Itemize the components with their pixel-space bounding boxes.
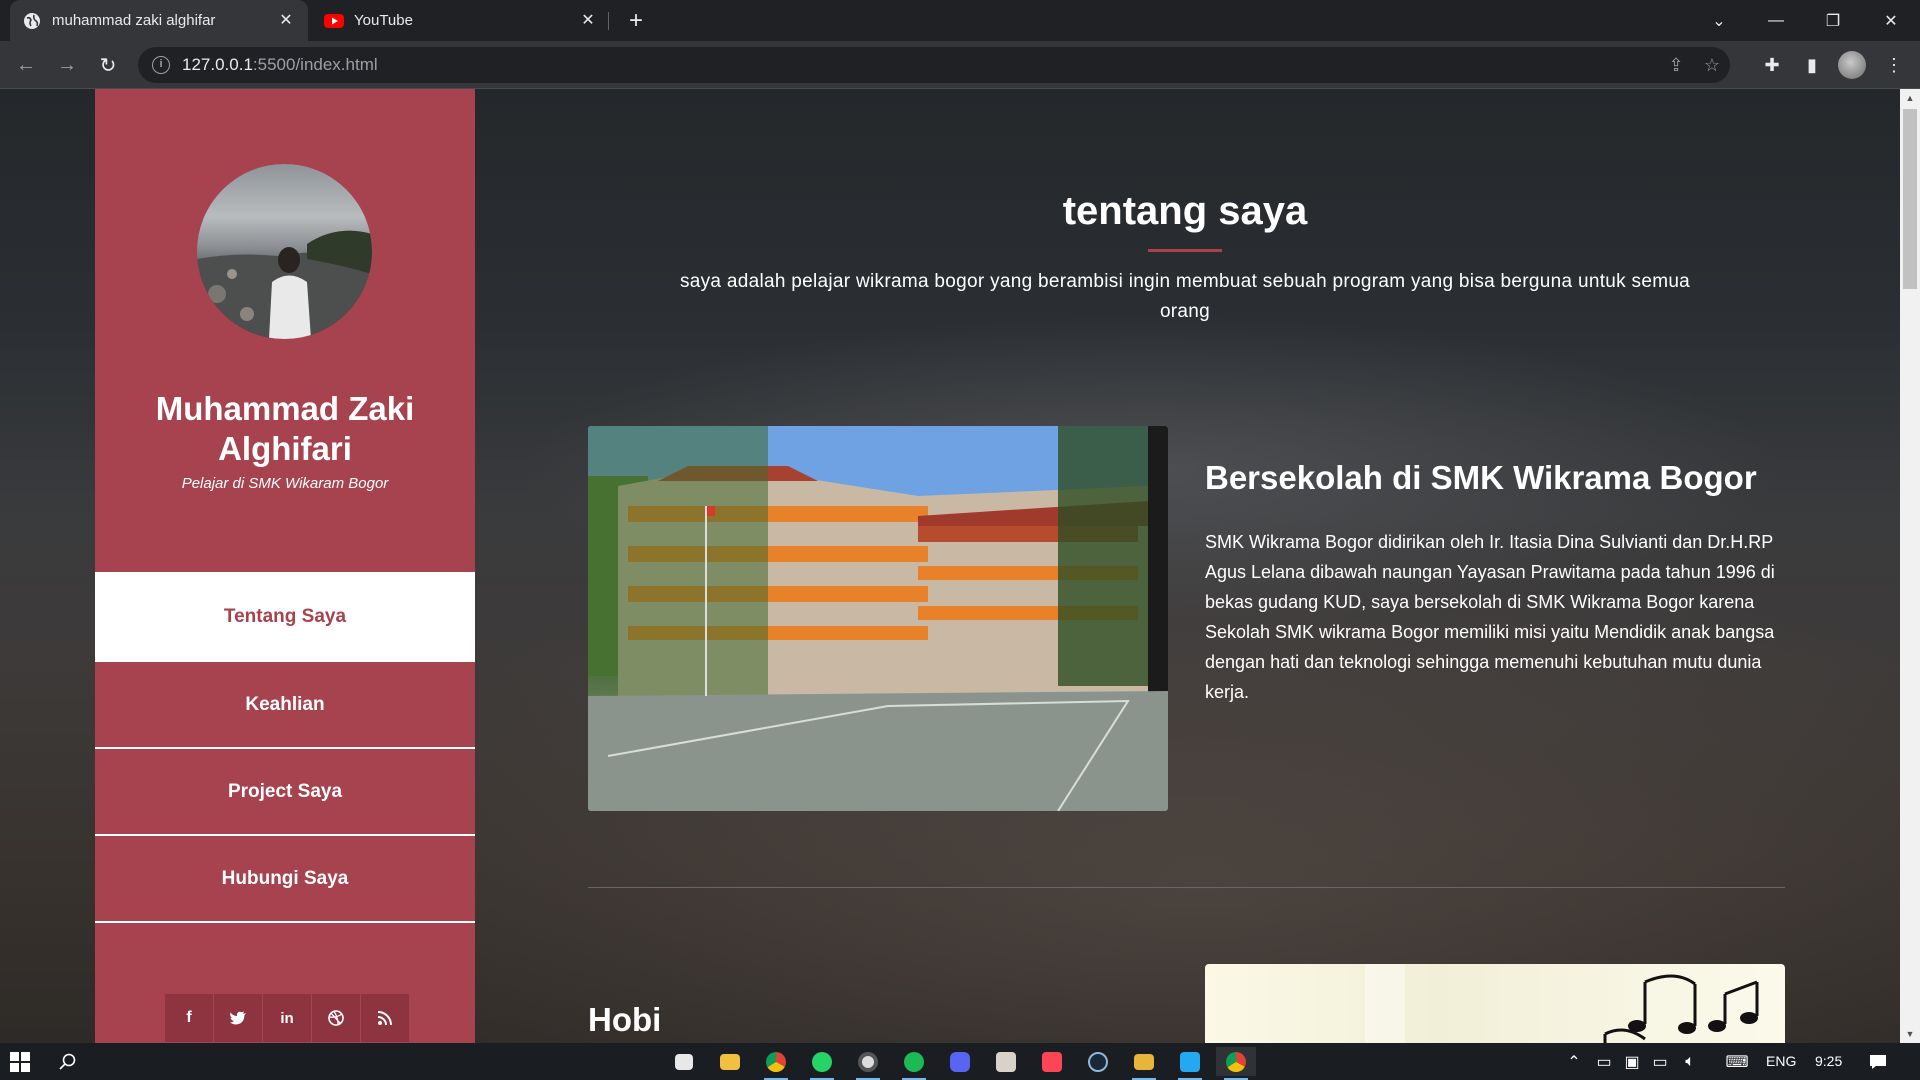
tab-title: YouTube xyxy=(354,12,413,29)
close-window-button[interactable]: ✕ xyxy=(1868,0,1914,41)
steam-icon[interactable] xyxy=(1078,1047,1118,1076)
sidebar: Muhammad Zaki Alghifari Pelajar di SMK W… xyxy=(95,89,475,1043)
school-heading: Bersekolah di SMK Wikrama Bogor xyxy=(1205,459,1757,496)
bookmark-star-icon[interactable]: ☆ xyxy=(1696,47,1728,83)
tab-title: muhammad zaki alghifar xyxy=(52,12,216,29)
spotify-icon[interactable] xyxy=(894,1047,934,1080)
chevron-up-icon[interactable]: ⌃ xyxy=(1562,1047,1586,1076)
page-viewport: Muhammad Zaki Alghifari Pelajar di SMK W… xyxy=(0,89,1920,1043)
globe-icon xyxy=(22,11,42,31)
social-links: f in xyxy=(165,994,409,1042)
section-description: saya adalah pelajar wikrama bogor yang b… xyxy=(679,271,1691,322)
sidebar-nav: Tentang Saya Keahlian Project Saya Hubun… xyxy=(95,572,475,923)
clock[interactable]: 9:25 xyxy=(1815,1053,1842,1069)
folder-icon[interactable] xyxy=(1124,1047,1164,1080)
dribbble-icon[interactable] xyxy=(312,994,360,1042)
tab-youtube[interactable]: YouTube ✕ xyxy=(312,0,610,41)
nav-keahlian[interactable]: Keahlian xyxy=(95,662,475,749)
profile-name: Muhammad Zaki Alghifari xyxy=(155,390,415,467)
scroll-down-arrow[interactable]: ▼ xyxy=(1900,1025,1920,1043)
store-icon[interactable] xyxy=(664,1047,704,1076)
profile-photo xyxy=(197,164,372,339)
tab-portfolio[interactable]: muhammad zaki alghifar ✕ xyxy=(10,0,308,41)
facebook-icon[interactable]: f xyxy=(165,994,213,1042)
network-icon[interactable]: ▭ xyxy=(1648,1047,1672,1076)
search-icon[interactable] xyxy=(48,1047,88,1076)
minimize-button[interactable]: — xyxy=(1753,0,1799,41)
windows-start-icon[interactable] xyxy=(0,1047,40,1076)
url-text: 127.0.0.1:5500/index.html xyxy=(182,55,378,74)
chrome-active-icon[interactable] xyxy=(1216,1047,1256,1080)
browser-tab-strip: muhammad zaki alghifar ✕ YouTube ✕ + ⌄ —… xyxy=(0,0,1920,41)
site-info-icon[interactable]: i xyxy=(152,56,170,74)
profile-subtitle: Pelajar di SMK Wikaram Bogor xyxy=(181,475,389,492)
close-tab-icon[interactable]: ✕ xyxy=(276,11,296,31)
battery-icon[interactable]: ▭ xyxy=(1592,1047,1616,1076)
tab-separator xyxy=(608,12,609,30)
hobby-image xyxy=(1205,964,1785,1043)
nav-tentang-saya[interactable]: Tentang Saya xyxy=(95,572,475,662)
scroll-up-arrow[interactable]: ▲ xyxy=(1900,89,1920,107)
new-tab-button[interactable]: + xyxy=(622,8,650,36)
nav-project-saya[interactable]: Project Saya xyxy=(95,749,475,836)
chrome-icon[interactable] xyxy=(756,1047,796,1080)
display-icon[interactable]: ▣ xyxy=(1620,1047,1644,1076)
app-icon[interactable] xyxy=(986,1047,1026,1076)
obs-icon[interactable] xyxy=(848,1047,888,1080)
discord-icon[interactable] xyxy=(940,1047,980,1076)
close-tab-icon[interactable]: ✕ xyxy=(578,11,598,31)
restore-button[interactable]: ❐ xyxy=(1810,0,1856,41)
notifications-icon[interactable] xyxy=(1858,1047,1898,1076)
whatsapp-icon[interactable] xyxy=(802,1047,842,1080)
profile-avatar[interactable] xyxy=(1836,49,1868,81)
file-explorer-icon[interactable] xyxy=(710,1047,750,1076)
hobby-heading: Hobi xyxy=(588,1001,662,1038)
nav-hubungi-saya[interactable]: Hubungi Saya xyxy=(95,836,475,923)
menu-kebab-icon[interactable]: ⋮ xyxy=(1878,49,1910,81)
title-underline xyxy=(1148,249,1222,252)
forward-button[interactable]: → xyxy=(51,49,83,81)
reload-button[interactable]: ↻ xyxy=(92,49,124,81)
address-bar[interactable]: i 127.0.0.1:5500/index.html ⇪ ☆ xyxy=(138,47,1730,83)
tab-search-icon[interactable]: ⌄ xyxy=(1696,0,1742,41)
twitter-icon[interactable] xyxy=(214,994,262,1042)
side-panel-icon[interactable]: ▮ xyxy=(1796,49,1828,81)
rss-icon[interactable] xyxy=(361,994,409,1042)
volume-icon[interactable]: 🔈︎ xyxy=(1678,1047,1702,1076)
back-button[interactable]: ← xyxy=(10,49,42,81)
youtube-icon xyxy=(324,11,344,31)
section-divider xyxy=(588,887,1785,888)
school-photo xyxy=(588,426,1168,811)
extensions-icon[interactable]: ✚ xyxy=(1756,49,1788,81)
browser-toolbar: ← → ↻ i 127.0.0.1:5500/index.html ⇪ ☆ ✚ … xyxy=(0,41,1920,89)
valorant-icon[interactable] xyxy=(1032,1047,1072,1076)
vscode-icon[interactable] xyxy=(1170,1047,1210,1080)
windows-taskbar: ⌃ ▭ ▣ ▭ 🔈︎ ⌨ ENG 9:25 xyxy=(0,1043,1920,1080)
language-indicator[interactable]: ENG xyxy=(1766,1053,1796,1069)
scrollbar-thumb[interactable] xyxy=(1903,109,1917,289)
keyboard-icon[interactable]: ⌨ xyxy=(1722,1047,1752,1076)
linkedin-icon[interactable]: in xyxy=(263,994,311,1042)
school-description: SMK Wikrama Bogor didirikan oleh Ir. Ita… xyxy=(1205,532,1775,702)
share-icon[interactable]: ⇪ xyxy=(1660,47,1692,83)
page-scrollbar[interactable]: ▲ ▼ xyxy=(1900,89,1920,1043)
section-title: tentang saya xyxy=(1062,189,1308,233)
